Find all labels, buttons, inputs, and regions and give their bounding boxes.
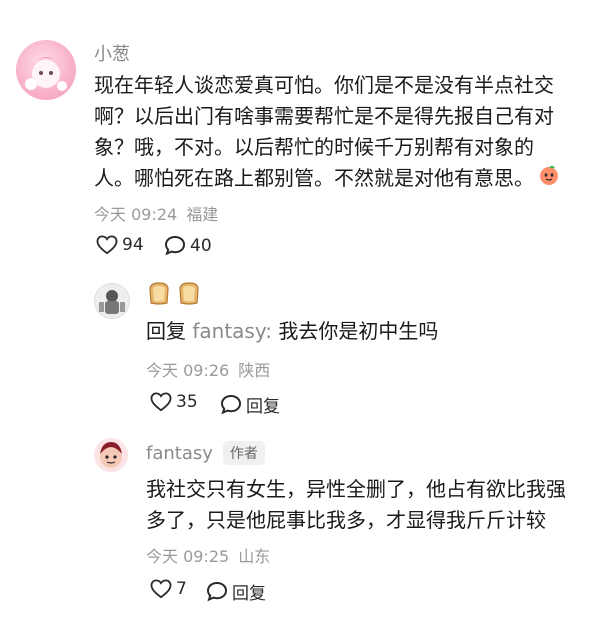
cartoon-avatar-icon (100, 442, 122, 468)
reply2-reply-button[interactable]: 回复 (206, 579, 266, 604)
user-avatar[interactable] (16, 40, 76, 100)
comment-time: 今天 09:24 (94, 205, 178, 224)
reply1-location: 陕西 (238, 361, 271, 380)
reply2-like-count: 7 (176, 579, 187, 599)
reply2-location: 山东 (238, 547, 271, 566)
comment-line: 人。哪怕死在路上都别管。不然就是对他有意思。 (94, 163, 594, 195)
heart-icon (96, 235, 118, 255)
comment-text: 现在年轻人谈恋爱真可怕。你们是不是没有半点社交 啊？以后出门有啥事需要帮忙是不是… (94, 70, 594, 195)
reply1-reply-button[interactable]: 回复 (220, 392, 280, 417)
reply-count: 40 (190, 235, 212, 256)
reply2-line: 我社交只有女生，异性全删了，他占有欲比我强 (146, 477, 566, 501)
reply2-text: 我社交只有女生，异性全删了，他占有欲比我强 多了，只是他屁事比我多，才显得我斤斤… (146, 474, 606, 536)
reply-prefix: 回复 (146, 319, 186, 343)
reply2-reply-label: 回复 (232, 584, 266, 604)
comment-location: 福建 (186, 205, 219, 224)
author-badge: 作者 (222, 441, 265, 465)
reply-count-button[interactable]: 40 (164, 235, 212, 256)
reply2-like-button[interactable]: 7 (150, 579, 187, 599)
reply-body: 我去你是初中生吗 (278, 319, 439, 343)
reply2-time: 今天 09:25 (146, 547, 230, 566)
reply-avatar[interactable] (94, 283, 130, 319)
bread-icon (149, 282, 169, 305)
comment-bubble-icon (164, 235, 186, 256)
comment-line: 象？哦，不对。以后帮忙的时候千万别帮有对象的 (94, 135, 534, 159)
author-username[interactable]: fantasy (146, 443, 213, 464)
reply1-reply-label: 回复 (246, 397, 280, 417)
figure-avatar-icon (99, 290, 125, 314)
author-header: fantasy 作者 (146, 441, 265, 465)
bread-icon (179, 282, 199, 305)
reply2-line: 多了，只是他屁事比我多，才显得我斤斤计较 (146, 508, 546, 532)
author-avatar[interactable] (94, 438, 128, 472)
comment-meta: 今天 09:24 福建 (94, 201, 218, 225)
comment-line: 啊？以后出门有啥事需要帮忙是不是得先报自己有对 (94, 104, 554, 128)
reply1-like-count: 35 (176, 392, 198, 412)
like-button[interactable]: 94 (96, 235, 144, 255)
reply1-meta: 今天 09:26 陕西 (146, 357, 270, 381)
reply1-like-button[interactable]: 35 (150, 392, 198, 412)
bread-emoji-text (146, 280, 202, 306)
anime-avatar-icon (25, 57, 67, 91)
reply2-meta: 今天 09:25 山东 (146, 543, 270, 567)
reply-target[interactable]: fantasy: (192, 319, 272, 343)
reply1-text: 回复 fantasy: 我去你是初中生吗 (146, 316, 438, 347)
comment-line: 现在年轻人谈恋爱真可怕。你们是不是没有半点社交 (94, 73, 554, 97)
comment-bubble-icon (206, 581, 228, 602)
heart-icon (150, 392, 172, 412)
comment-bubble-icon (220, 394, 242, 415)
peach-emoji-icon (538, 164, 560, 195)
reply1-time: 今天 09:26 (146, 361, 230, 380)
heart-icon (150, 579, 172, 599)
comment-username[interactable]: 小葱 (94, 40, 130, 66)
like-count: 94 (122, 235, 144, 255)
